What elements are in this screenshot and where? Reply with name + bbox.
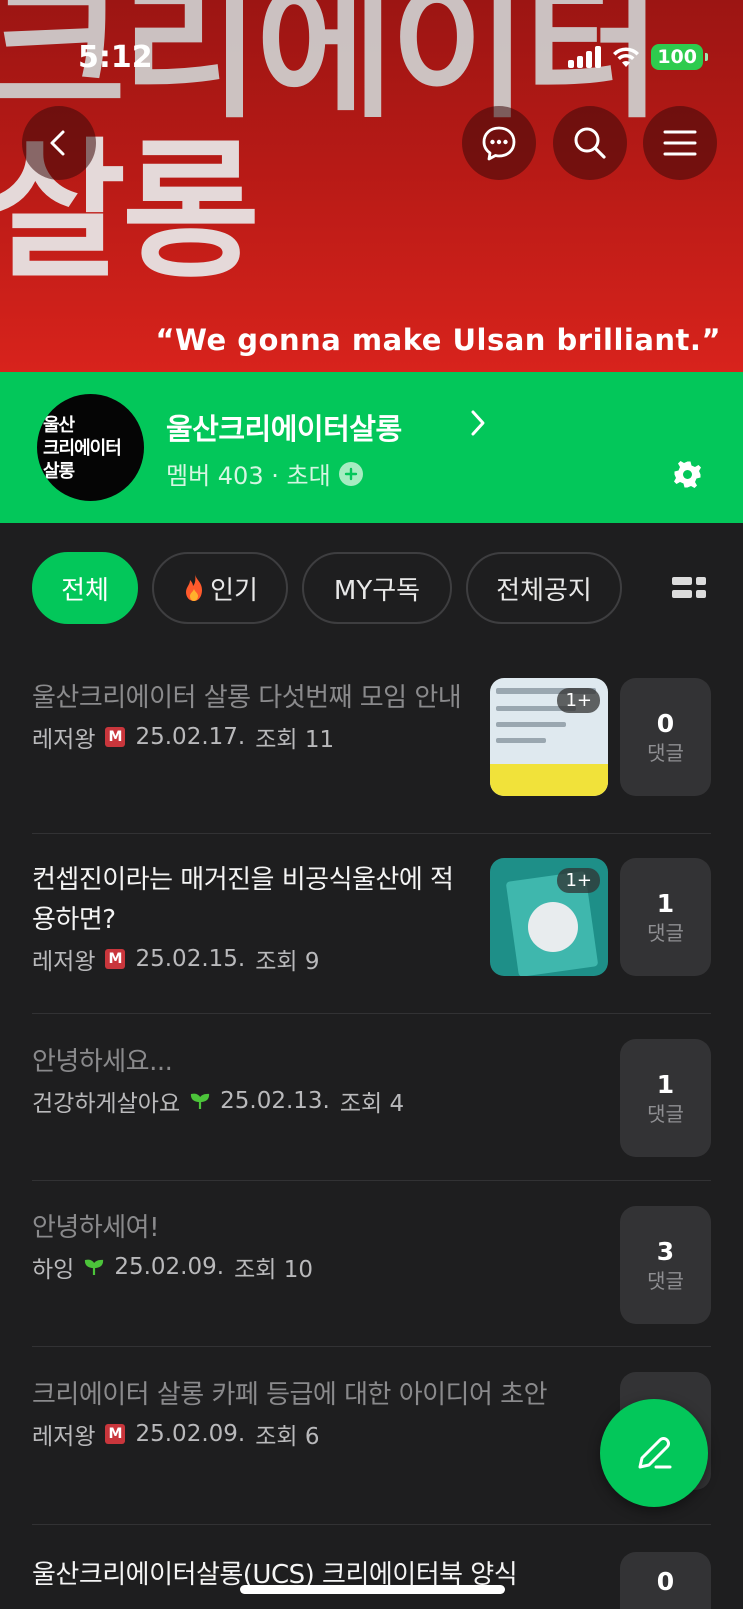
manager-badge-icon: M [105,949,126,969]
comment-label: 댓글 [647,921,684,945]
search-icon [574,127,606,159]
cafe-logo[interactable]: 울산 크리에이터 살롱 [37,394,144,501]
fire-icon [186,574,203,601]
post-author: 레저왕 [32,1424,96,1450]
divider [32,1180,711,1181]
write-post-button[interactable] [600,1399,708,1507]
post-meta: 레저왕 M 25.02.15. 조회 9 [32,942,711,976]
board-filter-chips: 전체 인기 MY구독 전체공지 [32,552,622,624]
comment-count-box[interactable]: 0 [620,1552,711,1609]
post-title: 안녕하세요... [32,1047,173,1077]
post-item[interactable]: 안녕하세요... 건강하게살아요 25.02.13. 조회 4 [32,1042,711,1118]
cafe-name[interactable]: 울산크리에이터살롱 [166,406,402,448]
chat-bubble-icon [482,126,516,161]
comment-label: 댓글 [647,741,684,765]
post-date: 25.02.15. [135,946,246,972]
post-thumbnail[interactable]: 1+ [490,858,608,976]
thumbnail-count: 1+ [557,688,600,713]
post-views: 조회 6 [255,1424,320,1450]
post-date: 25.02.09. [135,1421,246,1447]
status-icons: 100 [568,44,708,70]
search-button[interactable] [553,106,627,180]
post-item[interactable]: 안녕하세여! 하잉 25.02.09. 조회 10 [32,1208,711,1284]
comment-count-box[interactable]: 1 댓글 [620,1039,711,1157]
post-item[interactable]: 울산크리에이터살롱(UCS) 크리에이터북 양식 [32,1555,711,1609]
menu-button[interactable] [643,106,717,180]
post-item[interactable]: 컨셉진이라는 매거진을 비공식울산에 적용하면? 레저왕 M 25.02.15.… [32,860,711,976]
hamburger-menu-icon [663,130,697,156]
comment-label: 댓글 [647,1269,684,1293]
post-author: 레저왕 [32,727,96,753]
logo-text-line1: 울산 [43,415,75,436]
wifi-icon [613,47,640,67]
divider [32,1346,711,1347]
comment-label: 댓글 [647,1102,684,1126]
chip-all-notices[interactable]: 전체공지 [466,552,622,624]
post-title: 울산크리에이터 살롱 다섯번째 모임 안내 [32,683,462,713]
manager-badge-icon: M [105,1424,126,1444]
sprout-level-icon [191,1093,210,1109]
comment-count: 1 [656,889,675,918]
post-views: 조회 11 [255,727,335,753]
comment-count-box[interactable]: 1 댓글 [620,858,711,976]
post-views: 조회 4 [339,1091,405,1117]
sprout-level-icon [85,1259,104,1275]
invite-plus-icon[interactable] [338,461,363,486]
comment-count-box[interactable]: 3 댓글 [620,1206,711,1324]
divider [32,833,711,834]
cafe-member-info[interactable]: 멤버 403 · 초대 [166,456,363,491]
chevron-left-icon [50,130,65,156]
battery-indicator: 100 [651,44,708,70]
post-date: 25.02.17. [135,724,246,750]
post-author: 레저왕 [32,949,96,975]
pencil-icon [638,1437,672,1469]
post-meta: 하잉 25.02.09. 조회 10 [32,1250,711,1284]
post-meta: 레저왕 M 25.02.17. 조회 11 [32,720,711,754]
comment-count: 3 [656,1237,675,1266]
post-author: 하잉 [32,1257,75,1283]
settings-gear-icon[interactable] [672,459,702,489]
member-invite-label: 멤버 403 · 초대 [166,462,331,490]
comment-count: 0 [656,1567,675,1596]
back-button[interactable] [22,106,96,180]
cellular-signal-icon [568,46,602,68]
post-item[interactable]: 울산크리에이터 살롱 다섯번째 모임 안내 레저왕 M 25.02.17. 조회… [32,678,711,754]
post-author: 건강하게살아요 [32,1091,181,1117]
post-date: 25.02.09. [114,1254,225,1280]
manager-badge-icon: M [105,727,126,747]
divider [32,1013,711,1014]
chip-my-subscriptions[interactable]: MY구독 [302,552,452,624]
post-thumbnail[interactable]: 1+ [490,678,608,796]
chat-button[interactable] [462,106,536,180]
post-title: 크리에이터 살롱 카페 등급에 대한 아이디어 초안 [32,1380,548,1410]
logo-text-line3: 살롱 [43,461,75,482]
post-meta: 건강하게살아요 25.02.13. 조회 4 [32,1084,711,1118]
banner-tagline: “We gonna make Ulsan brilliant.” [155,323,721,357]
chip-popular[interactable]: 인기 [152,552,288,624]
chip-all[interactable]: 전체 [32,552,138,624]
comment-count: 1 [656,1070,675,1099]
logo-text-line2: 크리에이터 [43,438,122,459]
board-list-icon[interactable] [672,577,706,599]
chevron-right-icon[interactable] [468,408,488,438]
status-time: 5:12 [78,40,153,75]
home-indicator[interactable] [240,1585,505,1594]
comment-count: 0 [656,709,675,738]
divider [32,1524,711,1525]
post-title: 안녕하세여! [32,1213,160,1243]
post-title: 컨셉진이라는 매거진을 비공식울산에 적용하면? [32,865,454,935]
cafe-header: 울산 크리에이터 살롱 울산크리에이터살롱 멤버 403 · 초대 [0,372,743,523]
thumbnail-count: 1+ [557,868,600,893]
post-views: 조회 10 [234,1257,313,1283]
post-date: 25.02.13. [220,1088,330,1114]
post-views: 조회 9 [255,949,320,975]
comment-count-box[interactable]: 0 댓글 [620,678,711,796]
